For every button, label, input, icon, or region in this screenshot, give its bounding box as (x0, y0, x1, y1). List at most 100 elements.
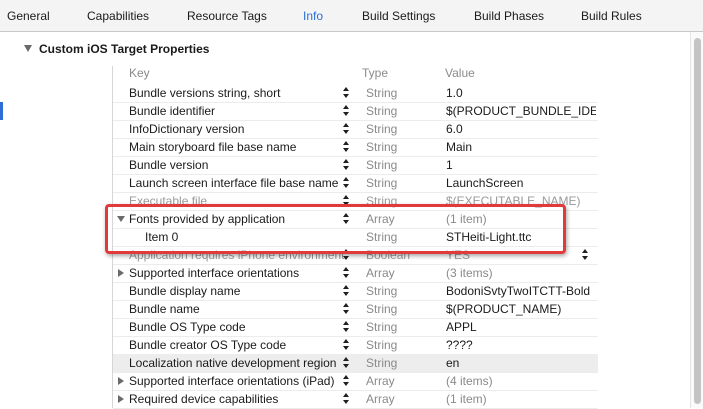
row-value[interactable]: LaunchScreen (446, 176, 596, 190)
table-row[interactable]: Bundle name String $(PRODUCT_NAME) (113, 300, 598, 319)
value-popup-stepper-icon[interactable] (581, 247, 589, 263)
row-key-label: Bundle creator OS Type code (129, 338, 287, 352)
row-type[interactable]: String (366, 338, 397, 352)
row-type[interactable]: String (366, 86, 397, 100)
table-row[interactable]: InfoDictionary version String 6.0 (113, 120, 598, 139)
row-key-label: Launch screen interface file base name (129, 176, 339, 190)
row-type[interactable]: Array (366, 374, 395, 388)
table-row[interactable]: Bundle version String 1 (113, 156, 598, 175)
table-row[interactable]: Bundle creator OS Type code String???? (113, 336, 598, 355)
row-type[interactable]: Array (366, 392, 395, 406)
row-type[interactable]: String (366, 356, 397, 370)
table-row[interactable]: Supported interface orientations Array (3 … (113, 264, 598, 283)
row-key-label: Bundle name (129, 302, 200, 316)
key-stepper-icon[interactable] (342, 355, 350, 371)
key-stepper-icon[interactable] (342, 265, 350, 281)
row-value[interactable]: Main (446, 140, 596, 154)
disclosure-closed-icon[interactable] (118, 269, 124, 277)
row-key-label: Bundle versions string, short (129, 86, 281, 100)
row-type[interactable]: String (366, 320, 397, 334)
key-stepper-icon[interactable] (342, 139, 350, 155)
key-stepper-icon[interactable] (342, 373, 350, 389)
key-stepper-icon[interactable] (342, 85, 350, 101)
row-type[interactable]: String (366, 140, 397, 154)
key-stepper-icon[interactable] (342, 319, 350, 335)
column-header-type[interactable]: Type (362, 66, 388, 84)
row-value[interactable]: $(PRODUCT_NAME) (446, 302, 596, 316)
row-value[interactable]: 1 (446, 158, 596, 172)
disclosure-open-icon[interactable] (24, 45, 32, 52)
key-stepper-icon[interactable] (342, 103, 350, 119)
key-stepper-icon[interactable] (342, 121, 350, 137)
tab-build-phases[interactable]: Build Phases (474, 9, 544, 23)
key-stepper-icon[interactable] (342, 337, 350, 353)
row-value[interactable]: 1.0 (446, 86, 596, 100)
row-key-label: Bundle identifier (129, 104, 216, 118)
row-key-label: Main storyboard file base name (129, 140, 297, 154)
table-row[interactable]: Main storyboard file base name String Main (113, 138, 598, 157)
key-stepper-icon[interactable] (342, 301, 350, 317)
section-header[interactable]: Custom iOS Target Properties (24, 42, 209, 56)
column-header-value[interactable]: Value (445, 66, 475, 84)
table-row[interactable]: Launch screen interface file base name St… (113, 174, 598, 193)
row-type[interactable]: String (366, 104, 397, 118)
row-key[interactable]: Launch screen interface file base name (129, 176, 338, 190)
tab-general[interactable]: General (7, 9, 50, 23)
vertical-scrollbar[interactable] (690, 32, 703, 408)
row-key[interactable]: Bundle version (129, 158, 208, 172)
left-gutter (0, 32, 3, 408)
row-value[interactable]: BodoniSvtyTwoITCTT-Bold (446, 284, 596, 298)
tab-build-settings[interactable]: Build Settings (362, 9, 435, 23)
row-value[interactable]: (3 items) (446, 266, 596, 280)
disclosure-closed-icon[interactable] (118, 395, 124, 403)
row-key[interactable]: Main storyboard file base name (129, 140, 296, 154)
row-value[interactable]: (4 items) (446, 374, 596, 388)
row-value[interactable]: (1 item) (446, 392, 596, 406)
column-header-key[interactable]: Key (129, 66, 150, 84)
row-key-label: Bundle OS Type code (129, 320, 246, 334)
key-stepper-icon[interactable] (342, 157, 350, 173)
row-value[interactable]: ???? (446, 338, 596, 352)
row-key[interactable]: Required device capabilities (118, 392, 279, 406)
table-row[interactable]: Required device capabilities Array (1 item… (113, 390, 598, 409)
row-type[interactable]: String (366, 122, 397, 136)
tab-build-rules[interactable]: Build Rules (581, 9, 642, 23)
row-key[interactable]: Localization native development region (129, 356, 336, 370)
table-row[interactable]: Bundle identifier String $(PRODUCT_BUNDLE_… (113, 102, 598, 121)
table-row[interactable]: Bundle display name String BodoniSvtyTwoIT… (113, 282, 598, 301)
row-value[interactable]: en (446, 356, 596, 370)
disclosure-closed-icon[interactable] (118, 377, 124, 385)
row-value[interactable]: $(PRODUCT_BUNDLE_IDEN (446, 104, 596, 118)
scrollbar-thumb[interactable] (694, 38, 701, 404)
table-row[interactable]: Supported interface orientations (iPad) A… (113, 372, 598, 391)
table-row[interactable]: Localization native development region St… (113, 354, 598, 373)
table-row[interactable]: Bundle versions string, short String 1.0 (113, 84, 598, 103)
row-type[interactable]: Array (366, 266, 395, 280)
row-value[interactable]: 6.0 (446, 122, 596, 136)
row-type[interactable]: String (366, 302, 397, 316)
tab-info[interactable]: Info (303, 9, 323, 23)
row-type[interactable]: String (366, 176, 397, 190)
row-key[interactable]: Supported interface orientations (iPad) (118, 374, 335, 388)
row-key[interactable]: InfoDictionary version (129, 122, 244, 136)
row-key-label: Required device capabilities (129, 392, 279, 406)
row-type[interactable]: String (366, 158, 397, 172)
key-stepper-icon[interactable] (342, 175, 350, 191)
row-key[interactable]: Bundle versions string, short (129, 86, 280, 100)
row-type[interactable]: String (366, 284, 397, 298)
editor-tab-bar: General Capabilities Resource Tags Info … (0, 0, 703, 32)
row-key[interactable]: Bundle creator OS Type code (129, 338, 286, 352)
row-key[interactable]: Bundle identifier (129, 104, 215, 118)
row-key-label: Supported interface orientations (iPad) (129, 374, 335, 388)
key-stepper-icon[interactable] (342, 283, 350, 299)
row-key[interactable]: Bundle OS Type code (129, 320, 246, 334)
row-key[interactable]: Bundle name (129, 302, 200, 316)
section-title: Custom iOS Target Properties (39, 42, 210, 56)
key-stepper-icon[interactable] (342, 391, 350, 407)
row-value[interactable]: APPL (446, 320, 596, 334)
row-key[interactable]: Bundle display name (129, 284, 240, 298)
table-row[interactable]: Bundle OS Type code String APPL (113, 318, 598, 337)
tab-resource-tags[interactable]: Resource Tags (187, 9, 267, 23)
tab-capabilities[interactable]: Capabilities (87, 9, 149, 23)
row-key[interactable]: Supported interface orientations (118, 266, 299, 280)
